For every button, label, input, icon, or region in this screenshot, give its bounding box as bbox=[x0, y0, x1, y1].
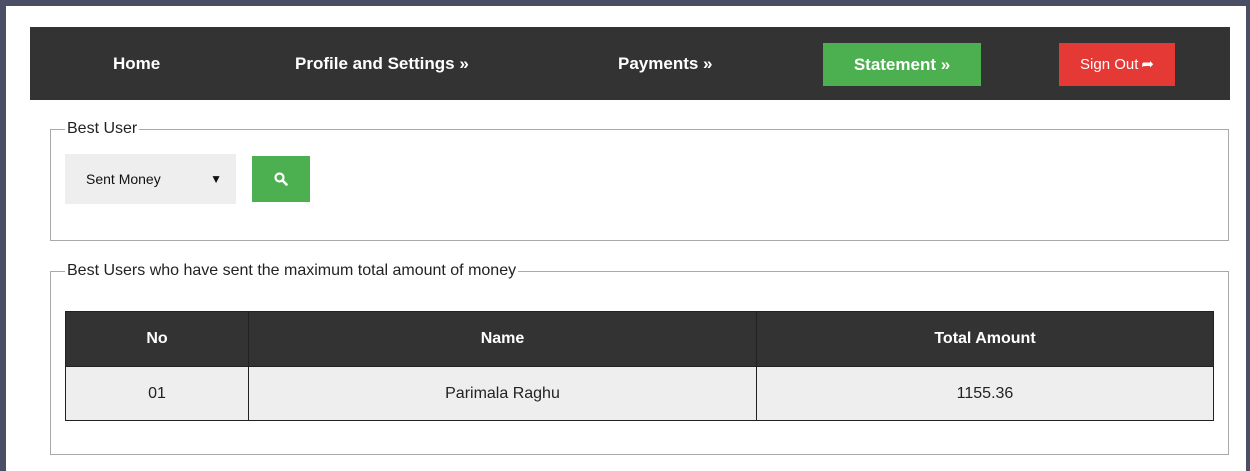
criteria-select-value: Sent Money bbox=[86, 171, 161, 187]
column-header-no: No bbox=[65, 311, 249, 367]
sign-out-label: Sign Out bbox=[1080, 56, 1139, 73]
column-header-name: Name bbox=[248, 311, 757, 367]
table-header-row: No Name Total Amount bbox=[65, 311, 1214, 367]
nav-profile-settings-link[interactable]: Profile and Settings » bbox=[295, 27, 469, 100]
criteria-select[interactable]: Sent Money ▼ bbox=[65, 154, 236, 204]
window-frame-top bbox=[0, 0, 1250, 6]
window-frame-left bbox=[0, 0, 6, 471]
search-icon bbox=[274, 172, 288, 186]
sign-out-icon: ➦ bbox=[1141, 56, 1154, 73]
cell-total-amount: 1155.36 bbox=[756, 366, 1214, 421]
best-user-legend: Best User bbox=[67, 120, 138, 137]
nav-home-link[interactable]: Home bbox=[113, 27, 160, 100]
dropdown-arrow-icon: ▼ bbox=[210, 172, 222, 186]
cell-no: 01 bbox=[65, 366, 249, 421]
table-row: 01 Parimala Raghu 1155.36 bbox=[65, 366, 1214, 421]
results-legend: Best Users who have sent the maximum tot… bbox=[67, 262, 517, 279]
sign-out-button[interactable]: Sign Out ➦ bbox=[1059, 43, 1175, 86]
nav-payments-link[interactable]: Payments » bbox=[618, 27, 713, 100]
nav-statement-button[interactable]: Statement » bbox=[823, 43, 981, 86]
cell-name: Parimala Raghu bbox=[248, 366, 757, 421]
best-users-table: No Name Total Amount 01 Parimala Raghu 1… bbox=[65, 311, 1214, 421]
column-header-total-amount: Total Amount bbox=[756, 311, 1214, 367]
navbar: Home Profile and Settings » Payments » S… bbox=[30, 27, 1230, 100]
search-button[interactable] bbox=[252, 156, 310, 202]
window-frame-right bbox=[1246, 0, 1250, 471]
